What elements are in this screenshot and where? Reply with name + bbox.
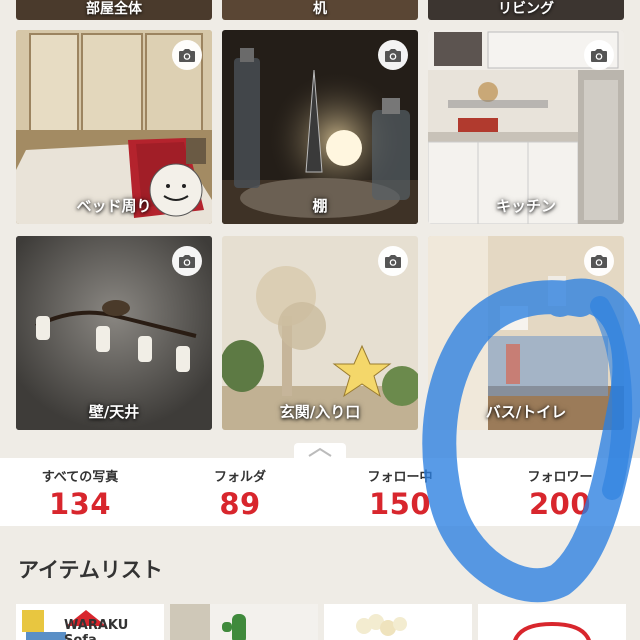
folder-tile[interactable]: 机 [222,0,418,20]
item-thumb[interactable] [170,604,318,640]
stat-label: フォルダ [213,470,266,485]
item-thumb[interactable]: WARAKU Sofa [16,604,164,640]
item-brand-text: WARAKU Sofa [64,618,129,640]
item-list-title: アイテムリスト [18,558,163,582]
chevron-up-icon [308,447,332,457]
folder-tile-shelf[interactable]: 棚 [222,30,418,224]
stat-followers[interactable]: フォロワー 200 [480,458,640,526]
folder-tile-entrance[interactable]: 玄関/入り口 [222,236,418,430]
folder-label: 壁/天井 [88,403,140,421]
item-list-section: アイテムリスト WARAKU Sofa [0,526,640,640]
camera-icon[interactable] [172,40,202,70]
folder-grid: 部屋全体 机 リビング ベッド周り 棚 キッチン 壁/天井 玄関/入り口 バス/… [0,0,640,458]
stat-value: 89 [219,487,261,521]
folder-label: 棚 [312,197,328,215]
folder-tile-bath[interactable]: バス/トイレ [428,236,624,430]
folder-tile-ceiling[interactable]: 壁/天井 [16,236,212,430]
stat-value: 134 [48,487,112,521]
camera-icon[interactable] [584,246,614,276]
folder-tile-bed[interactable]: ベッド周り [16,30,212,224]
camera-icon[interactable] [584,40,614,70]
item-photo [324,604,472,640]
item-thumb[interactable] [478,604,626,640]
folder-tile[interactable]: リビング [428,0,624,20]
folder-label: ベッド周り [76,197,152,215]
folder-label: キッチン [495,197,556,215]
stat-all-photos[interactable]: すべての写真 134 [0,458,160,526]
stat-value: 200 [528,487,592,521]
folder-label: 机 [313,1,327,17]
camera-icon[interactable] [172,246,202,276]
folder-tile[interactable]: 部屋全体 [16,0,212,20]
stat-value: 150 [368,487,432,521]
camera-icon[interactable] [378,40,408,70]
folder-label: 部屋全体 [86,1,142,17]
folder-tile-kitchen[interactable]: キッチン [428,30,624,224]
item-photo [170,604,318,640]
stat-label: フォロー中 [367,470,433,485]
stat-following[interactable]: フォロー中 150 [320,458,480,526]
item-photo [478,604,626,640]
camera-icon[interactable] [378,246,408,276]
folder-label: リビング [498,1,554,17]
stat-folders[interactable]: フォルダ 89 [160,458,320,526]
stat-label: フォロワー [527,470,593,485]
item-thumb[interactable] [324,604,472,640]
profile-stats: すべての写真 134 フォルダ 89 フォロー中 150 フォロワー 200 [0,458,640,526]
folder-label: 玄関/入り口 [279,403,361,421]
stat-label: すべての写真 [41,470,119,485]
folder-label: バス/トイレ [485,403,567,421]
